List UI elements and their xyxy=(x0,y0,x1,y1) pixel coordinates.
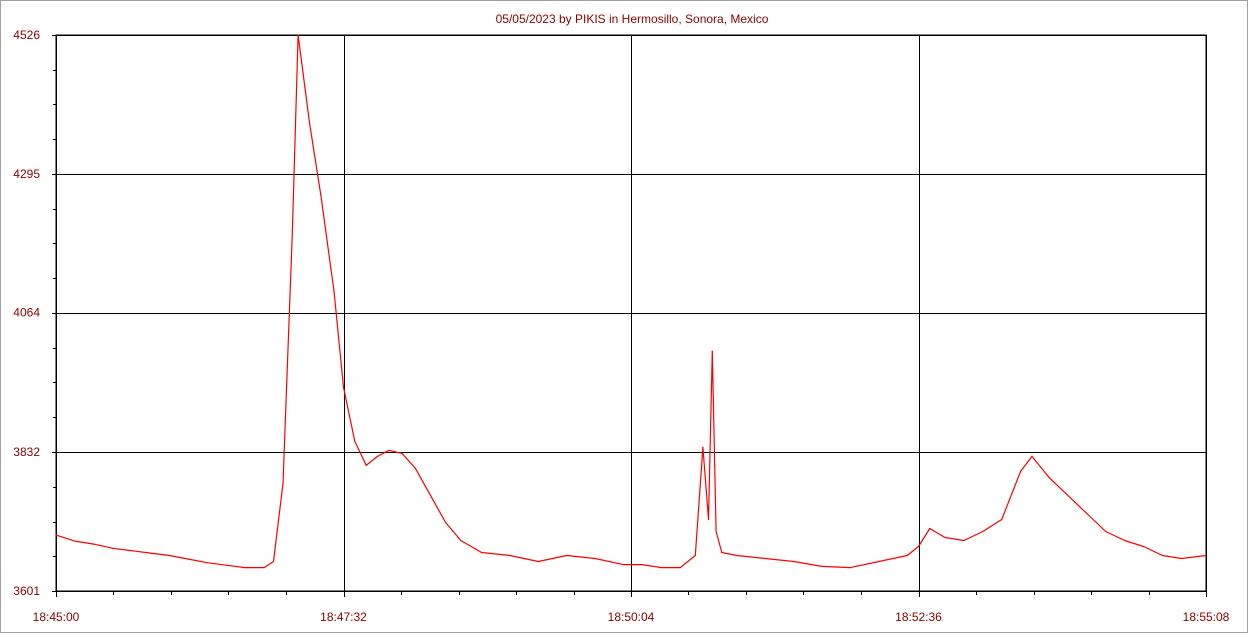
data-point xyxy=(308,122,311,124)
data-point xyxy=(878,560,880,563)
data-point xyxy=(333,290,335,292)
data-point xyxy=(707,518,710,521)
data-point xyxy=(1105,530,1107,533)
data-point xyxy=(342,386,345,388)
data-point xyxy=(460,539,462,542)
data-point xyxy=(963,539,965,542)
y-tick-label: 3601 xyxy=(13,584,40,598)
data-point xyxy=(982,530,984,533)
data-point xyxy=(641,564,643,566)
data-point xyxy=(225,564,227,566)
data-point xyxy=(112,547,114,549)
data-point xyxy=(566,554,568,557)
data-point xyxy=(929,527,931,530)
data-point xyxy=(445,521,447,524)
data-point xyxy=(1086,512,1088,515)
data-point xyxy=(429,494,432,496)
data-point xyxy=(1205,554,1207,557)
y-tick-label: 4526 xyxy=(13,28,40,42)
x-tick-label: 18:52:36 xyxy=(895,610,942,624)
data-point xyxy=(282,482,284,484)
data-point xyxy=(1124,539,1126,542)
data-point xyxy=(168,554,171,557)
data-point xyxy=(365,464,367,466)
data-point xyxy=(131,550,133,552)
data-point xyxy=(715,530,717,533)
data-point xyxy=(263,567,265,569)
chart-title: 05/05/2023 by PIKIS in Hermosillo, Sonor… xyxy=(496,12,769,26)
data-point xyxy=(537,560,539,563)
data-point xyxy=(291,230,293,232)
data-point xyxy=(906,554,908,557)
axes: 3601 3832 4064 4295 4526 18:45:00 18:47:32 18:5… xyxy=(13,28,1229,624)
data-point xyxy=(1048,476,1050,478)
data-point xyxy=(93,543,95,545)
chart-frame: 05/05/2023 by PIKIS in Hermosillo, Sonor… xyxy=(0,0,1248,633)
data-point xyxy=(679,567,681,569)
data-point xyxy=(917,545,920,548)
data-point xyxy=(1020,470,1022,472)
data-point xyxy=(622,564,625,566)
data-point xyxy=(721,551,723,554)
data-point xyxy=(660,567,662,569)
y-tick-label: 4295 xyxy=(13,167,40,181)
y-tick-label: 3832 xyxy=(13,445,40,459)
data-point xyxy=(821,565,823,568)
data-point xyxy=(1143,545,1145,548)
data-point xyxy=(1031,455,1033,457)
data-point xyxy=(1161,554,1164,557)
x-tick-label: 18:55:08 xyxy=(1183,610,1230,624)
data-point xyxy=(150,552,152,554)
data-point xyxy=(702,446,704,448)
data-point xyxy=(1067,494,1069,496)
data-point xyxy=(354,440,356,442)
data-point xyxy=(187,558,189,560)
data-point xyxy=(793,560,795,563)
data-point xyxy=(849,567,852,569)
data-point xyxy=(764,557,766,560)
data-point xyxy=(206,562,208,564)
data-point xyxy=(944,536,946,539)
x-tick-label: 18:50:04 xyxy=(608,610,655,624)
data-point xyxy=(736,554,738,557)
x-tick-label: 18:47:32 xyxy=(320,610,367,624)
data-point xyxy=(1001,518,1003,521)
x-tick-label: 18:45:00 xyxy=(33,610,80,624)
data-point xyxy=(74,540,76,542)
data-point xyxy=(694,554,696,557)
line-chart: 05/05/2023 by PIKIS in Hermosillo, Sonor… xyxy=(13,12,1229,624)
data-point xyxy=(594,557,596,560)
data-point xyxy=(711,350,713,352)
data-point xyxy=(414,467,416,469)
data-point xyxy=(272,560,275,563)
data-point xyxy=(376,455,379,457)
data-point xyxy=(509,554,511,557)
data-point xyxy=(388,449,390,451)
data-point xyxy=(55,534,57,536)
data-point xyxy=(401,452,403,454)
data-point xyxy=(244,567,246,569)
grid-lines xyxy=(55,34,1207,592)
data-point xyxy=(1180,557,1182,560)
data-point xyxy=(297,34,299,36)
data-point xyxy=(481,551,483,554)
y-tick-label: 4064 xyxy=(13,306,40,320)
data-point xyxy=(320,194,322,196)
